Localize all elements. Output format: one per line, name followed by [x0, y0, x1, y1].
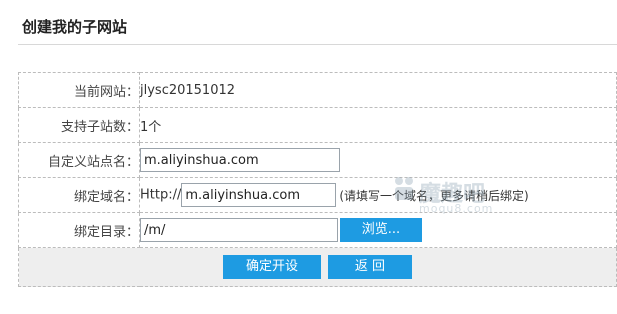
- action-bar: 确定开设返 回: [18, 247, 617, 287]
- subsite-count-value: 1个: [139, 107, 617, 143]
- directory-input[interactable]: [140, 218, 338, 242]
- bind-domain-cell: Http:// (请填写一个域名，更多请稍后绑定): [139, 177, 617, 213]
- form-row-site-name: 自定义站点名：: [18, 142, 617, 178]
- bind-dir-label: 绑定目录：: [18, 212, 140, 248]
- site-name-label: 自定义站点名：: [18, 142, 140, 178]
- current-site-label: 当前网站：: [18, 72, 140, 108]
- back-button[interactable]: 返 回: [328, 255, 412, 279]
- site-name-cell: [139, 142, 617, 178]
- page-title: 创建我的子网站: [22, 18, 128, 36]
- current-site-value: jlysc20151012: [139, 72, 617, 108]
- submit-button[interactable]: 确定开设: [223, 255, 321, 279]
- action-cell: 确定开设返 回: [18, 247, 617, 287]
- domain-hint: (请填写一个域名，更多请稍后绑定): [339, 188, 529, 203]
- form-row-bind-dir: 绑定目录： 浏览...: [18, 212, 617, 248]
- create-subsite-form: 当前网站： jlysc20151012 支持子站数： 1个 自定义站点名： 绑定…: [18, 72, 617, 287]
- form-row-subsite-count: 支持子站数： 1个: [18, 107, 617, 143]
- bind-dir-cell: 浏览...: [139, 212, 617, 248]
- bind-domain-label: 绑定域名：: [18, 177, 140, 213]
- title-divider: [18, 44, 617, 45]
- domain-prefix: Http://: [140, 187, 182, 203]
- subsite-count-label: 支持子站数：: [18, 107, 140, 143]
- domain-input[interactable]: [181, 183, 337, 207]
- browse-button[interactable]: 浏览...: [340, 218, 422, 242]
- form-row-bind-domain: 绑定域名： Http:// (请填写一个域名，更多请稍后绑定): [18, 177, 617, 213]
- form-row-current-site: 当前网站： jlysc20151012: [18, 72, 617, 108]
- site-name-input[interactable]: [140, 148, 340, 172]
